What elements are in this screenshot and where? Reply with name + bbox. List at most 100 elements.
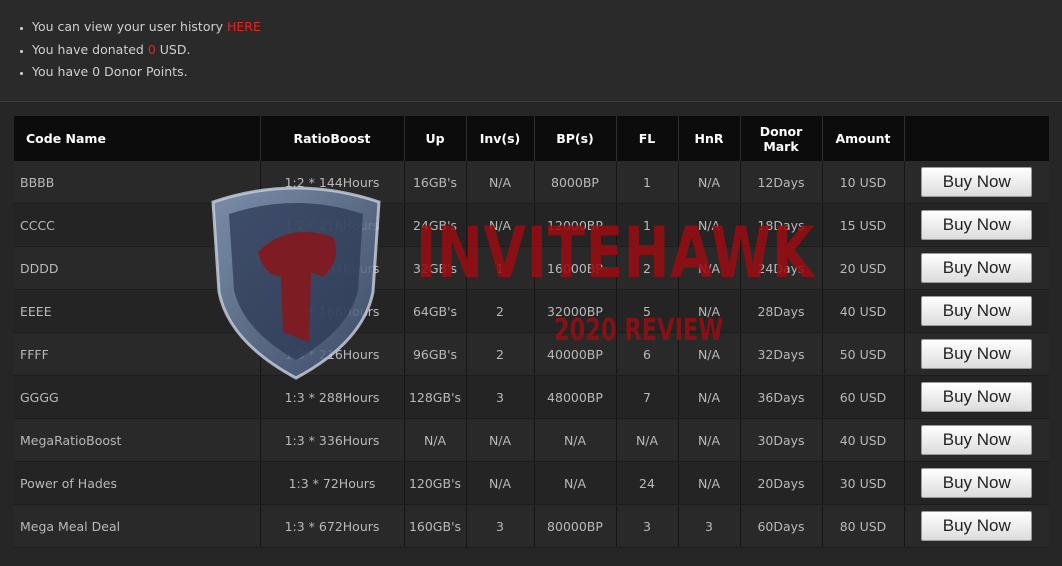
cell-fl: 7	[616, 375, 679, 419]
cell-code-name: GGGG	[14, 375, 261, 419]
table-row: CCCC 1:2 * 216Hours 24GB's N/A 12000BP 1 N/A 18…	[14, 203, 1049, 247]
col-fl: FL	[616, 116, 679, 161]
cell-hnr: N/A	[678, 461, 741, 505]
cell-action: Buy Now	[904, 504, 1049, 548]
donation-table-wrap: Code Name RatioBoost Up Inv(s) BP(s) FL …	[14, 116, 1049, 548]
cell-donor-mark: 12Days	[740, 161, 823, 204]
donation-table: Code Name RatioBoost Up Inv(s) BP(s) FL …	[14, 116, 1049, 548]
cell-bp: 80000BP	[534, 504, 617, 548]
cell-amount: 15 USD	[822, 203, 905, 247]
donor-mark-line2: Mark	[763, 138, 799, 154]
cell-donor-mark: 20Days	[740, 461, 823, 505]
cell-bp: 32000BP	[534, 289, 617, 333]
cell-amount: 10 USD	[822, 161, 905, 204]
cell-fl: 5	[616, 289, 679, 333]
buy-now-button[interactable]: Buy Now	[921, 425, 1033, 455]
cell-hnr: N/A	[678, 161, 741, 204]
cell-ratio-boost: 1:3 * 168Hours	[260, 289, 405, 333]
cell-ratio-boost: 1:2 * 264Hours	[260, 246, 405, 290]
cell-ratio-boost: 1:2 * 144Hours	[260, 161, 405, 204]
table-row: Mega Meal Deal 1:3 * 672Hours 160GB's 3 8000…	[14, 504, 1049, 548]
buy-now-button[interactable]: Buy Now	[921, 210, 1033, 240]
cell-up: 16GB's	[404, 161, 467, 204]
donated-amount: 0	[147, 41, 156, 57]
cell-hnr: N/A	[678, 418, 741, 462]
table-row: MegaRatioBoost 1:3 * 336Hours N/A N/A N/A N/A…	[14, 418, 1049, 462]
cell-up: 96GB's	[404, 332, 467, 376]
cell-code-name: BBBB	[14, 161, 261, 204]
cell-fl: 1	[616, 203, 679, 247]
cell-inv: N/A	[466, 418, 535, 462]
col-code-name: Code Name	[14, 116, 261, 161]
cell-inv: N/A	[466, 461, 535, 505]
cell-inv: 2	[466, 289, 535, 333]
cell-inv: 3	[466, 504, 535, 548]
cell-hnr: N/A	[678, 203, 741, 247]
cell-donor-mark: 24Days	[740, 246, 823, 290]
cell-bp: 40000BP	[534, 332, 617, 376]
cell-amount: 60 USD	[822, 375, 905, 419]
cell-amount: 20 USD	[822, 246, 905, 290]
cell-ratio-boost: 1:3 * 336Hours	[260, 418, 405, 462]
col-up: Up	[404, 116, 467, 161]
donated-item: You have donated 0 USD.	[32, 39, 1062, 62]
cell-ratio-boost: 1:3 * 72Hours	[260, 461, 405, 505]
buy-now-button[interactable]: Buy Now	[921, 468, 1033, 498]
cell-action: Buy Now	[904, 375, 1049, 419]
cell-code-name: Power of Hades	[14, 461, 261, 505]
cell-action: Buy Now	[904, 461, 1049, 505]
cell-hnr: N/A	[678, 375, 741, 419]
table-row: EEEE 1:3 * 168Hours 64GB's 2 32000BP 5 N/A 28Da…	[14, 289, 1049, 333]
donor-mark-line1: Donor	[759, 123, 803, 139]
table-row: GGGG 1:3 * 288Hours 128GB's 3 48000BP 7 N/A 36D…	[14, 375, 1049, 419]
cell-bp: 12000BP	[534, 203, 617, 247]
buy-now-button[interactable]: Buy Now	[921, 511, 1033, 541]
cell-amount: 40 USD	[822, 418, 905, 462]
cell-donor-mark: 18Days	[740, 203, 823, 247]
cell-action: Buy Now	[904, 203, 1049, 247]
cell-inv: 2	[466, 332, 535, 376]
col-ratio-boost: RatioBoost	[260, 116, 405, 161]
cell-bp: N/A	[534, 418, 617, 462]
cell-ratio-boost: 1:2 * 216Hours	[260, 203, 405, 247]
cell-bp: 48000BP	[534, 375, 617, 419]
cell-bp: 16000BP	[534, 246, 617, 290]
cell-up: 128GB's	[404, 375, 467, 419]
cell-ratio-boost: 1:3 * 216Hours	[260, 332, 405, 376]
buy-now-button[interactable]: Buy Now	[921, 382, 1033, 412]
cell-donor-mark: 30Days	[740, 418, 823, 462]
table-header-row: Code Name RatioBoost Up Inv(s) BP(s) FL …	[14, 116, 1049, 161]
buy-now-button[interactable]: Buy Now	[921, 253, 1033, 283]
col-donor-mark: Donor Mark	[740, 116, 823, 161]
cell-code-name: DDDD	[14, 246, 261, 290]
cell-ratio-boost: 1:3 * 672Hours	[260, 504, 405, 548]
cell-code-name: MegaRatioBoost	[14, 418, 261, 462]
table-body: BBBB 1:2 * 144Hours 16GB's N/A 8000BP 1 N/A 12D…	[14, 161, 1049, 548]
col-action	[904, 116, 1049, 161]
cell-donor-mark: 60Days	[740, 504, 823, 548]
cell-hnr: N/A	[678, 332, 741, 376]
buy-now-button[interactable]: Buy Now	[921, 167, 1033, 197]
buy-now-button[interactable]: Buy Now	[921, 296, 1033, 326]
history-link[interactable]: HERE	[227, 19, 261, 34]
cell-amount: 80 USD	[822, 504, 905, 548]
info-box: You can view your user history HERE You …	[0, 0, 1062, 102]
buy-now-button[interactable]: Buy Now	[921, 339, 1033, 369]
cell-code-name: FFFF	[14, 332, 261, 376]
col-amount: Amount	[822, 116, 905, 161]
cell-up: N/A	[404, 418, 467, 462]
cell-inv: 3	[466, 375, 535, 419]
cell-fl: 3	[616, 504, 679, 548]
cell-donor-mark: 36Days	[740, 375, 823, 419]
cell-up: 160GB's	[404, 504, 467, 548]
points-item: You have 0 Donor Points.	[32, 61, 1062, 84]
cell-up: 24GB's	[404, 203, 467, 247]
table-row: Power of Hades 1:3 * 72Hours 120GB's N/A N/A…	[14, 461, 1049, 505]
cell-action: Buy Now	[904, 246, 1049, 290]
cell-code-name: CCCC	[14, 203, 261, 247]
cell-amount: 50 USD	[822, 332, 905, 376]
cell-fl: 1	[616, 161, 679, 204]
col-bp: BP(s)	[534, 116, 617, 161]
cell-hnr: N/A	[678, 289, 741, 333]
col-inv: Inv(s)	[466, 116, 535, 161]
